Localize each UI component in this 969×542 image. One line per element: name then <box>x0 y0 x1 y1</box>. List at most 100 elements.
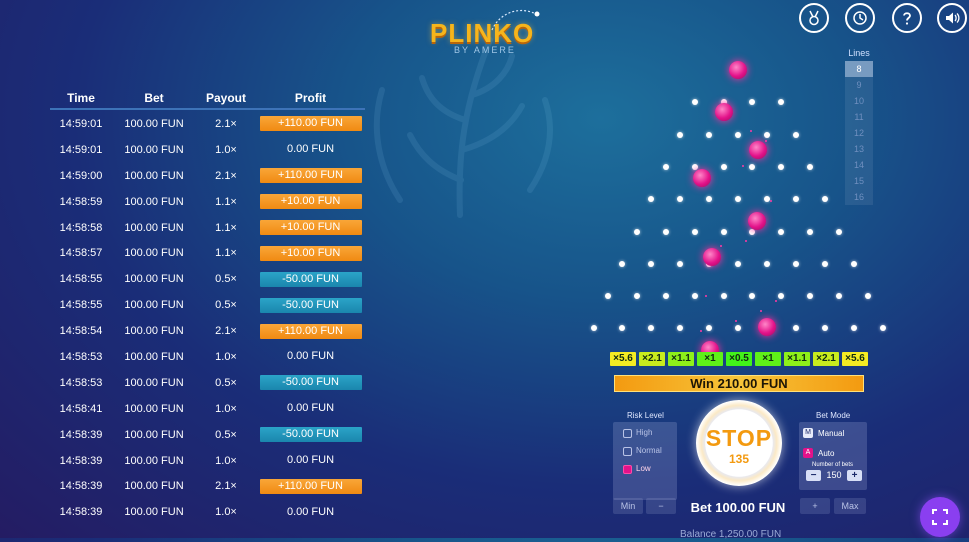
row-profit-cell: -50.00 FUN <box>256 297 365 313</box>
bet-max-button[interactable]: Max <box>834 498 866 514</box>
lines-option[interactable]: 9 <box>845 77 873 93</box>
lines-option[interactable]: 14 <box>845 157 873 173</box>
table-row: 14:58:54 100.00 FUN 2.1× +110.00 FUN <box>50 318 365 344</box>
mode-auto-option[interactable]: A Auto <box>803 448 834 458</box>
bet-mode-selector: M Manual A Auto Number of bets − 150 + <box>799 422 867 490</box>
peg <box>807 163 814 170</box>
table-row: 14:58:39 100.00 FUN 1.0× 0.00 FUN <box>50 499 365 525</box>
peg <box>662 293 669 300</box>
header-payout: Payout <box>205 91 246 105</box>
lines-option[interactable]: 13 <box>845 141 873 157</box>
table-row: 14:58:39 100.00 FUN 2.1× +110.00 FUN <box>50 473 365 499</box>
row-profit-cell: +10.00 FUN <box>256 220 365 235</box>
peg <box>763 325 770 332</box>
bets-increment-button[interactable]: + <box>847 470 862 481</box>
header-time: Time <box>67 91 95 105</box>
peg <box>850 260 857 267</box>
spark-particle <box>720 245 722 247</box>
profit-pill: 0.00 FUN <box>286 454 335 467</box>
peg <box>691 163 698 170</box>
peg <box>662 228 669 235</box>
table-row: 14:58:53 100.00 FUN 1.0× 0.00 FUN <box>50 344 365 370</box>
profit-pill: 0.00 FUN <box>286 402 335 415</box>
row-time: 14:58:59 <box>59 195 103 208</box>
row-payout: 1.0× <box>215 143 237 156</box>
lines-option[interactable]: 10 <box>845 93 873 109</box>
risk-option[interactable]: Normal <box>613 442 677 460</box>
row-bet: 100.00 FUN <box>124 480 184 493</box>
multiplier-slot: ×0.5 <box>726 352 752 366</box>
row-bet: 100.00 FUN <box>124 325 184 338</box>
history-icon[interactable] <box>845 3 875 33</box>
control-panel: Risk Level High Normal Low STOP 135 Bet Mo… <box>610 398 870 520</box>
bet-min-button[interactable]: Min <box>613 498 643 514</box>
peg <box>735 196 741 203</box>
profit-pill: -50.00 FUN <box>259 297 362 313</box>
row-profit-cell: +110.00 FUN <box>256 168 365 184</box>
number-of-bets-value[interactable]: 150 <box>823 470 845 481</box>
peg <box>763 131 770 138</box>
row-profit-cell: +10.00 FUN <box>256 194 365 210</box>
table-row: 14:59:01 100.00 FUN 1.0× 0.00 FUN <box>50 137 365 163</box>
row-bet: 100.00 FUN <box>124 221 184 234</box>
risk-option[interactable]: High <box>613 424 677 442</box>
peg <box>749 99 756 106</box>
lines-selector: Lines 8 9 10 11 12 13 14 15 16 <box>845 48 873 208</box>
history-rows: 14:59:01 100.00 FUN 2.1× +110.00 FUN 14:59:0… <box>50 110 365 525</box>
peg <box>648 196 655 203</box>
multiplier-slot: ×1 <box>755 352 781 366</box>
row-bet: 100.00 FUN <box>124 169 184 182</box>
spark-particle <box>765 140 767 142</box>
peg <box>821 325 828 332</box>
row-bet: 100.00 FUN <box>124 454 184 467</box>
row-payout: 1.0× <box>215 350 237 363</box>
profit-pill: +10.00 FUN <box>259 220 362 235</box>
lines-option[interactable]: 8 <box>845 61 873 77</box>
row-profit-cell: 0.00 FUN <box>256 142 365 157</box>
peg <box>735 260 741 267</box>
lines-option[interactable]: 15 <box>845 173 873 189</box>
spark-particle <box>770 200 772 202</box>
sound-icon[interactable] <box>937 3 967 33</box>
mode-manual-option[interactable]: M Manual <box>803 428 844 438</box>
row-profit-cell: -50.00 FUN <box>256 271 365 287</box>
table-row: 14:58:57 100.00 FUN 1.1× +10.00 FUN <box>50 240 365 266</box>
peg <box>706 260 713 267</box>
peg <box>778 163 785 170</box>
peg <box>633 293 640 300</box>
row-payout: 2.1× <box>215 480 237 493</box>
multiplier-slot: ×1 <box>697 352 723 366</box>
peg <box>821 196 828 203</box>
lines-option[interactable]: 16 <box>845 189 873 205</box>
spark-particle <box>760 310 762 312</box>
peg <box>763 196 770 203</box>
peg <box>706 196 713 203</box>
fullscreen-button[interactable] <box>920 497 960 537</box>
peg <box>792 260 799 267</box>
multiplier-slot: ×2.1 <box>813 352 839 366</box>
profit-pill: -50.00 FUN <box>259 271 362 287</box>
help-icon[interactable] <box>892 3 922 33</box>
plinko-logo: PLINKO BY AMERE <box>430 9 540 58</box>
stop-button[interactable]: STOP 135 <box>696 400 782 486</box>
table-row: 14:58:55 100.00 FUN 0.5× -50.00 FUN <box>50 266 365 292</box>
bet-history-table: Time Bet Payout Profit 14:59:01 100.00 FU… <box>50 88 365 525</box>
peg <box>633 228 640 235</box>
bet-decrement-button[interactable]: − <box>646 498 676 514</box>
peg <box>677 196 684 203</box>
bet-increment-button[interactable]: + <box>800 498 830 514</box>
row-bet: 100.00 FUN <box>124 195 184 208</box>
lines-option[interactable]: 11 <box>845 109 873 125</box>
medal-icon[interactable] <box>799 3 829 33</box>
risk-option[interactable]: Low <box>613 460 677 478</box>
balance: Balance 1,250.00 FUN <box>680 529 782 540</box>
bets-decrement-button[interactable]: − <box>806 470 821 481</box>
spark-particle <box>775 300 777 302</box>
peg <box>691 228 698 235</box>
lines-option[interactable]: 12 <box>845 125 873 141</box>
row-time: 14:58:53 <box>59 376 103 389</box>
peg <box>763 260 770 267</box>
header-bet: Bet <box>144 91 164 105</box>
number-of-bets-label: Number of bets <box>812 462 854 468</box>
risk-option-label: Low <box>636 464 651 473</box>
